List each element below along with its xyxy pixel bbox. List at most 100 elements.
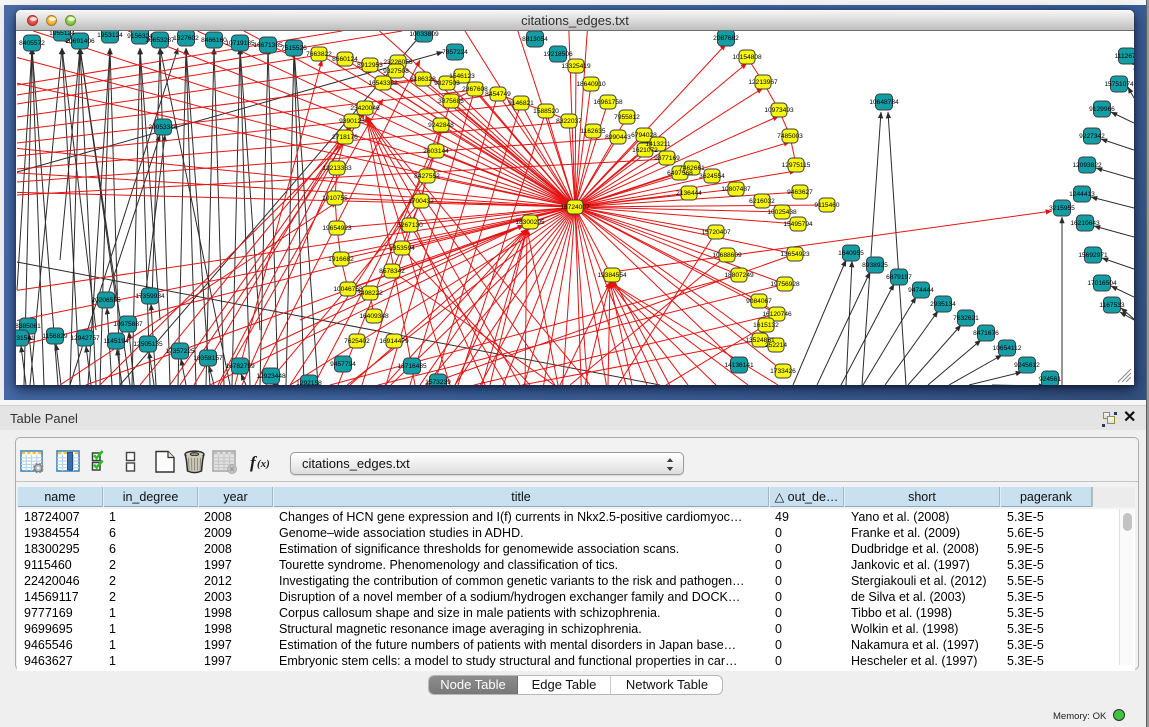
svg-text:16210643: 16210643 <box>1070 220 1100 227</box>
svg-text:1112674: 1112674 <box>1115 53 1134 60</box>
svg-text:19218506: 19218506 <box>543 51 573 58</box>
svg-text:8912953: 8912953 <box>357 62 383 69</box>
svg-text:3215955: 3215955 <box>1049 205 1075 212</box>
svg-text:8454749: 8454749 <box>485 91 511 98</box>
svg-text:1640955: 1640955 <box>838 250 864 257</box>
svg-text:1621072: 1621072 <box>632 147 658 154</box>
svg-text:8186328: 8186328 <box>410 76 436 83</box>
svg-text:18807249: 18807249 <box>724 272 754 279</box>
svg-text:7955812: 7955812 <box>614 114 640 121</box>
svg-text:16914479: 16914479 <box>379 338 409 345</box>
svg-text:9129966: 9129966 <box>1089 106 1115 113</box>
svg-text:2935134: 2935134 <box>930 301 956 308</box>
svg-text:16782759: 16782759 <box>225 363 255 370</box>
svg-text:13931541: 13931541 <box>16 335 35 342</box>
svg-text:10648784: 10648784 <box>869 99 899 106</box>
svg-text:18724007: 18724007 <box>560 204 590 211</box>
svg-text:3498222: 3498222 <box>357 290 383 297</box>
svg-text:1010755: 1010755 <box>322 195 348 202</box>
svg-text:1916682: 1916682 <box>328 256 354 263</box>
svg-text:9146821: 9146821 <box>508 100 534 107</box>
svg-text:18640910: 18640910 <box>576 81 606 88</box>
svg-text:1353594: 1353594 <box>389 245 415 252</box>
svg-text:19384554: 19384554 <box>597 272 627 279</box>
svg-text:(x): (x) <box>257 458 270 470</box>
svg-text:10025438: 10025438 <box>767 209 797 216</box>
svg-text:1167533: 1167533 <box>1099 302 1125 309</box>
svg-text:16961758: 16961758 <box>593 99 623 106</box>
svg-text:7663822: 7663822 <box>306 51 332 58</box>
svg-text:12213383: 12213383 <box>322 165 352 172</box>
svg-text:9474444: 9474444 <box>908 287 934 294</box>
svg-text:3267130: 3267130 <box>397 222 423 229</box>
svg-text:17357225: 17357225 <box>165 348 195 355</box>
svg-text:10033809: 10033809 <box>409 31 439 38</box>
svg-text:9115460: 9115460 <box>814 202 840 209</box>
svg-text:3624554: 3624554 <box>699 173 725 180</box>
svg-text:8427552: 8427552 <box>414 173 440 180</box>
svg-text:20053346: 20053346 <box>148 124 178 131</box>
svg-text:10807487: 10807487 <box>721 186 751 193</box>
svg-text:10975887: 10975887 <box>113 321 143 328</box>
svg-text:8660124: 8660124 <box>332 56 358 63</box>
svg-text:13654923: 13654923 <box>780 251 810 258</box>
svg-text:10719185: 10719185 <box>225 40 255 47</box>
svg-text:19654923: 19654923 <box>322 225 352 232</box>
svg-text:1162635: 1162635 <box>580 128 606 135</box>
svg-text:7515526: 7515526 <box>281 45 307 52</box>
svg-text:10688609: 10688609 <box>712 252 742 259</box>
svg-text:13325419: 13325419 <box>561 63 591 70</box>
svg-text:1615132: 1615132 <box>753 322 779 329</box>
svg-text:8322037: 8322037 <box>556 118 582 125</box>
svg-text:1413211: 1413211 <box>645 141 671 148</box>
svg-text:6879197: 6879197 <box>886 274 912 281</box>
svg-text:1327602: 1327602 <box>173 35 199 42</box>
svg-text:20206555: 20206555 <box>91 297 121 304</box>
svg-text:1588520: 1588520 <box>533 108 559 115</box>
svg-text:10358157: 10358157 <box>193 355 223 362</box>
svg-text:15692971: 15692971 <box>1078 252 1108 259</box>
svg-text:10973493: 10973493 <box>764 107 794 114</box>
svg-text:2718176: 2718176 <box>332 134 358 141</box>
svg-text:12213967: 12213967 <box>748 79 778 86</box>
svg-text:17359934: 17359934 <box>135 293 165 300</box>
svg-text:16409348: 16409348 <box>359 313 389 320</box>
svg-text:6216032: 6216032 <box>749 198 775 205</box>
svg-text:16120746: 16120746 <box>762 311 792 318</box>
svg-text:1700432: 1700432 <box>408 198 434 205</box>
svg-text:1953124: 1953124 <box>97 32 123 39</box>
svg-text:12975115: 12975115 <box>782 162 811 169</box>
svg-text:8990443: 8990443 <box>605 134 631 141</box>
svg-text:2087682: 2087682 <box>713 35 739 42</box>
svg-text:8405572: 8405572 <box>19 40 45 47</box>
svg-text:16543362: 16543362 <box>368 80 398 87</box>
svg-text:6794028: 6794028 <box>631 132 657 139</box>
svg-text:9457794: 9457794 <box>330 361 356 368</box>
svg-text:23226058: 23226058 <box>383 59 413 66</box>
svg-text:9327508: 9327508 <box>383 68 409 75</box>
svg-text:924561: 924561 <box>1039 376 1061 383</box>
svg-text:10154808: 10154808 <box>732 54 762 61</box>
svg-text:8471676: 8471676 <box>973 330 999 337</box>
svg-text:8385061: 8385061 <box>16 323 41 330</box>
svg-text:1573239: 1573239 <box>425 379 451 385</box>
svg-text:1955124: 1955124 <box>49 31 75 37</box>
svg-text:23420046: 23420046 <box>350 105 380 112</box>
svg-text:8466160: 8466160 <box>201 37 227 44</box>
svg-text:12923448: 12923448 <box>256 373 286 380</box>
svg-text:252214: 252214 <box>765 342 787 349</box>
svg-text:8578342: 8578342 <box>379 268 405 275</box>
svg-text:18300295: 18300295 <box>515 219 545 226</box>
svg-text:19756928: 19756928 <box>770 281 800 288</box>
svg-text:7632621: 7632621 <box>953 315 979 322</box>
svg-text:13716485: 13716485 <box>397 363 427 370</box>
svg-text:8938925: 8938925 <box>862 262 888 269</box>
svg-text:7625402: 7625402 <box>344 338 370 345</box>
svg-text:1546123: 1546123 <box>449 73 475 80</box>
svg-text:12093822: 12093822 <box>1072 162 1102 169</box>
svg-text:9877169: 9877169 <box>654 155 680 162</box>
svg-text:12942757: 12942757 <box>70 335 100 342</box>
svg-text:1292158: 1292158 <box>296 380 322 385</box>
svg-text:9084067: 9084067 <box>746 298 772 305</box>
svg-text:15751074: 15751074 <box>1104 81 1134 88</box>
